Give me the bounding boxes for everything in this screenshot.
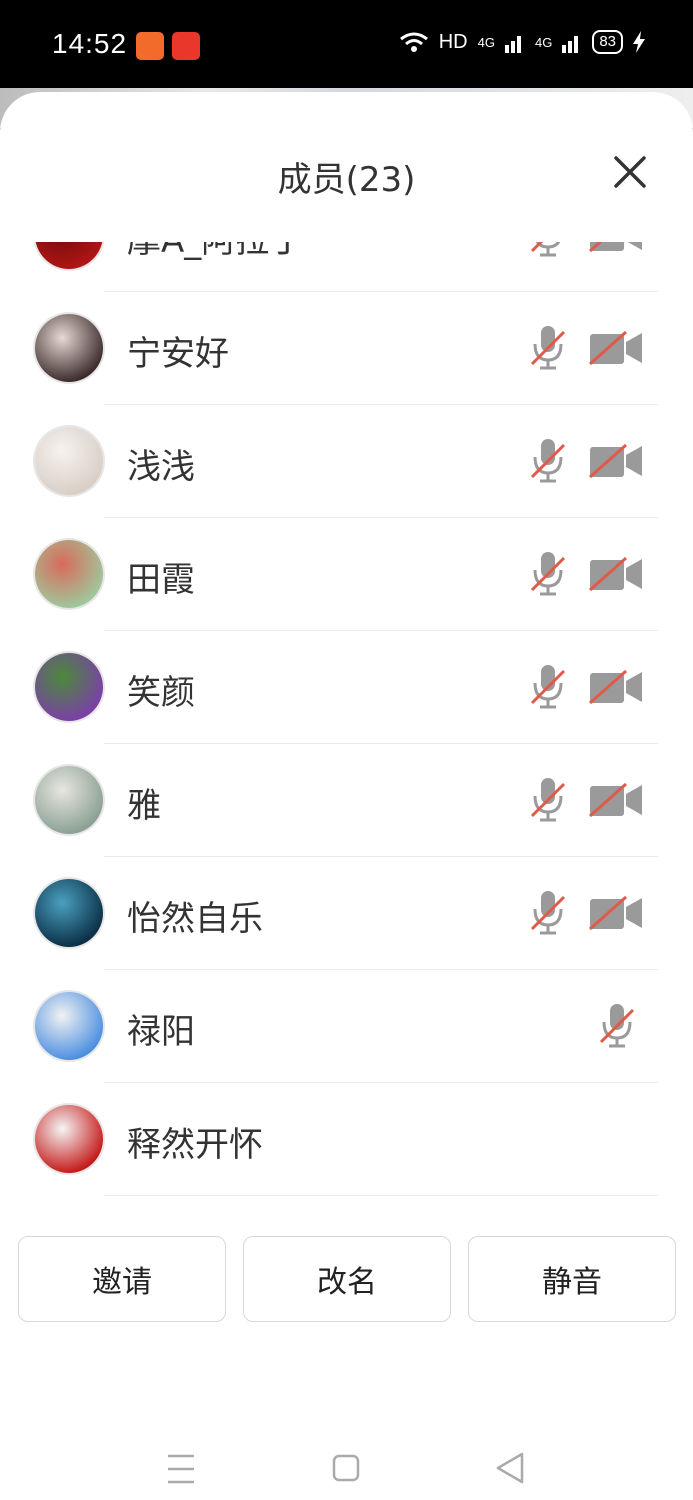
camera-off-icon[interactable] — [588, 242, 644, 253]
signal-icon-1 — [504, 36, 521, 53]
avatar[interactable] — [35, 766, 103, 834]
network-4g-1: 4G — [477, 34, 495, 50]
camera-off-icon[interactable] — [588, 443, 644, 479]
member-row[interactable]: 雅 — [0, 744, 693, 857]
menu-nav-icon[interactable] — [168, 1454, 194, 1484]
status-indicators: HD 4G 4G 83 — [399, 30, 645, 54]
sheet-title: 成员(23) — [277, 160, 416, 200]
member-name: 禄阳 — [127, 1012, 195, 1052]
avatar[interactable] — [35, 992, 103, 1060]
mic-muted-icon[interactable] — [599, 1002, 635, 1050]
member-name: 笑颜 — [127, 673, 195, 713]
avatar[interactable] — [35, 242, 103, 269]
member-row[interactable]: 摩A_阿拉丁 — [0, 242, 693, 292]
mute-button[interactable]: 静音 — [468, 1236, 676, 1322]
avatar[interactable] — [35, 879, 103, 947]
member-name: 田霞 — [127, 560, 195, 600]
signal-icon-2 — [562, 36, 579, 53]
mic-muted-icon[interactable] — [530, 550, 566, 598]
member-list[interactable]: 摩A_阿拉丁 宁安好 浅浅 — [0, 242, 693, 1202]
pinduoduo-app-icon — [172, 32, 200, 60]
camera-off-icon[interactable] — [588, 556, 644, 592]
avatar[interactable] — [35, 540, 103, 608]
mic-muted-icon[interactable] — [530, 663, 566, 711]
close-icon[interactable] — [612, 154, 648, 190]
member-name: 宁安好 — [127, 334, 229, 374]
mic-muted-icon[interactable] — [530, 776, 566, 824]
status-time: 14:52 — [52, 28, 128, 59]
kuaishou-app-icon — [136, 32, 164, 60]
members-sheet: 成员(23) 摩A_阿拉丁 宁安好 浅浅 — [0, 92, 693, 1500]
avatar[interactable] — [35, 427, 103, 495]
member-row[interactable]: 禄阳 — [0, 970, 693, 1083]
member-row[interactable]: 田霞 — [0, 518, 693, 631]
mic-muted-icon[interactable] — [530, 889, 566, 937]
member-name: 雅 — [127, 786, 161, 826]
member-row[interactable]: 怡然自乐 — [0, 857, 693, 970]
mic-muted-icon[interactable] — [530, 242, 566, 259]
back-nav-icon[interactable] — [496, 1452, 524, 1484]
member-name: 释然开怀 — [127, 1125, 263, 1165]
invite-button[interactable]: 邀请 — [18, 1236, 226, 1322]
wifi-icon — [399, 32, 428, 52]
hd-indicator: HD — [438, 30, 468, 53]
camera-off-icon[interactable] — [588, 669, 644, 705]
mic-muted-icon[interactable] — [530, 324, 566, 372]
avatar[interactable] — [35, 314, 103, 382]
member-name: 浅浅 — [127, 447, 195, 487]
battery-level: 83 — [592, 30, 623, 54]
network-4g-2: 4G — [534, 34, 553, 50]
camera-off-icon[interactable] — [588, 782, 644, 818]
avatar[interactable] — [35, 1105, 103, 1173]
member-row[interactable]: 释然开怀 — [0, 1083, 693, 1196]
member-row[interactable]: 宁安好 — [0, 292, 693, 405]
status-bar: 14:52 HD 4G 4G 83 — [0, 0, 693, 88]
member-row[interactable]: 浅浅 — [0, 405, 693, 518]
member-name: 怡然自乐 — [127, 899, 263, 939]
row-divider — [104, 1195, 658, 1196]
member-row[interactable]: 笑颜 — [0, 631, 693, 744]
camera-off-icon[interactable] — [588, 330, 644, 366]
mic-muted-icon[interactable] — [530, 437, 566, 485]
charging-icon — [633, 31, 645, 53]
avatar[interactable] — [35, 653, 103, 721]
camera-off-icon[interactable] — [588, 895, 644, 931]
system-nav-bar — [168, 1452, 524, 1484]
action-bar: 邀请 改名 静音 — [18, 1236, 676, 1322]
member-name: 摩A_阿拉丁 — [127, 242, 303, 262]
home-nav-icon[interactable] — [332, 1454, 360, 1482]
rename-button[interactable]: 改名 — [243, 1236, 451, 1322]
